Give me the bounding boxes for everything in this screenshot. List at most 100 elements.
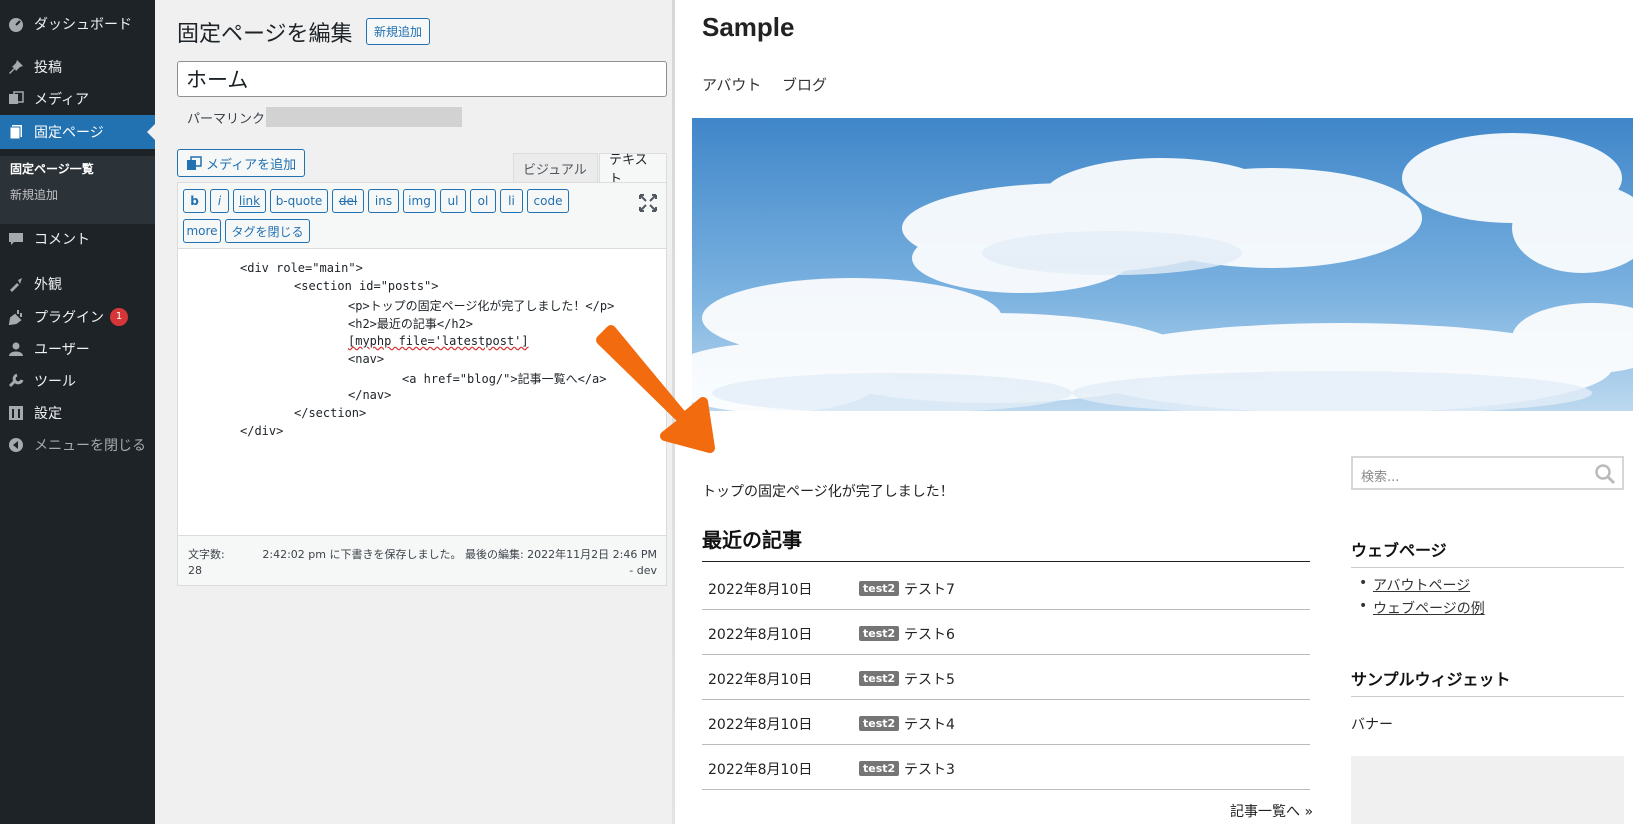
- collapse-icon: [7, 436, 25, 454]
- qt-bold-button[interactable]: b: [183, 189, 206, 213]
- menu-label: ユーザー: [34, 342, 90, 358]
- post-title[interactable]: テスト5: [904, 669, 955, 689]
- qt-li-button[interactable]: li: [500, 189, 523, 213]
- add-media-button[interactable]: メディアを追加: [177, 149, 306, 177]
- post-date: 2022年8月10日: [708, 582, 813, 598]
- appearance-icon: [7, 275, 25, 293]
- settings-icon: [7, 404, 25, 422]
- qt-img-button[interactable]: img: [403, 189, 436, 213]
- qt-close-tags-button[interactable]: タグを閉じる: [225, 219, 310, 243]
- menu-label: メニューを閉じる: [34, 438, 146, 454]
- search-icon[interactable]: [1594, 463, 1616, 485]
- post-date: 2022年8月10日: [708, 762, 813, 778]
- editor-status-bar: 文字数: 28 2:42:02 pm に下書きを保存しました。 最後の編集: 2…: [178, 535, 666, 585]
- menu-settings[interactable]: 設定: [0, 396, 155, 430]
- post-title[interactable]: テスト4: [904, 714, 955, 734]
- code-line: <p>トップの固定ページ化が完了しました！</p>: [348, 299, 615, 313]
- tab-visual[interactable]: ビジュアル: [513, 153, 598, 182]
- fullscreen-icon[interactable]: [638, 193, 658, 213]
- menu-dashboard[interactable]: ダッシュボード: [0, 7, 155, 41]
- qt-more-button[interactable]: more: [183, 219, 221, 243]
- all-posts-link[interactable]: 記事一覧へ »: [1230, 801, 1313, 821]
- code-textarea[interactable]: <div role="main"> <section id="posts"> <…: [178, 249, 666, 535]
- admin-sidebar: ダッシュボード 投稿 メディア 固定ページ 固定ページ一覧 新規追加 コメント …: [0, 0, 155, 824]
- qt-del-button[interactable]: del: [332, 189, 364, 213]
- post-category-badge[interactable]: test2: [859, 761, 900, 776]
- post-category-badge[interactable]: test2: [859, 716, 900, 731]
- qt-ul-button[interactable]: ul: [440, 189, 466, 213]
- code-line: <nav>: [348, 352, 385, 366]
- post-category-badge[interactable]: test2: [859, 671, 900, 686]
- menu-posts[interactable]: 投稿: [0, 50, 155, 84]
- menu-label: 投稿: [34, 60, 62, 76]
- menu-media[interactable]: メディア: [0, 82, 155, 116]
- intro-paragraph: トップの固定ページ化が完了しました！: [702, 484, 954, 500]
- post-category-badge[interactable]: test2: [859, 626, 900, 641]
- post-title[interactable]: テスト7: [904, 579, 955, 599]
- post-row: 2022年8月10日 test2 テスト6: [702, 610, 1310, 655]
- editor-pane: 固定ページを編集 新規追加 ホーム パーマリンク: メディアを追加 ビジュアル …: [155, 0, 672, 824]
- menu-label: 固定ページ: [34, 125, 104, 141]
- post-category-badge[interactable]: test2: [859, 581, 900, 596]
- pages-icon: [7, 123, 25, 141]
- pages-submenu: 固定ページ一覧 新規追加: [0, 156, 155, 224]
- permalink-redacted: [266, 107, 462, 127]
- quicktags-toolbar: b i link b-quote del ins img ul ol li co…: [178, 183, 666, 249]
- search-input[interactable]: 検索...: [1361, 466, 1399, 485]
- plugin-update-badge: 1: [110, 308, 128, 326]
- word-count-value: 28: [188, 564, 202, 577]
- menu-label: 外観: [34, 277, 62, 293]
- widget-webpages-title: ウェブページ: [1351, 537, 1624, 568]
- code-line: </section>: [294, 406, 367, 420]
- widget-sample-title: サンプルウィジェット: [1351, 666, 1624, 697]
- user-icon: [7, 340, 25, 358]
- qt-ol-button[interactable]: ol: [470, 189, 496, 213]
- banner-placeholder: [1351, 756, 1624, 824]
- wrench-icon: [7, 372, 25, 390]
- post-row: 2022年8月10日 test2 テスト3: [702, 745, 1310, 790]
- menu-plugins[interactable]: プラグイン 1: [0, 300, 155, 334]
- menu-users[interactable]: ユーザー: [0, 332, 155, 366]
- qt-blockquote-button[interactable]: b-quote: [270, 189, 328, 213]
- add-media-label: メディアを追加: [206, 157, 297, 173]
- menu-label: プラグイン: [34, 310, 104, 326]
- post-date: 2022年8月10日: [708, 672, 813, 688]
- post-row: 2022年8月10日 test2 テスト7: [702, 565, 1310, 610]
- title-input[interactable]: ホーム: [177, 61, 667, 97]
- menu-comments[interactable]: コメント: [0, 222, 155, 256]
- header-sky-image: [692, 118, 1633, 411]
- qt-ins-button[interactable]: ins: [368, 189, 399, 213]
- permalink-label: パーマリンク:: [187, 112, 270, 127]
- submenu-add-new[interactable]: 新規追加: [10, 186, 58, 203]
- menu-appearance[interactable]: 外観: [0, 267, 155, 301]
- qt-italic-button[interactable]: i: [210, 189, 229, 213]
- text-editor: b i link b-quote del ins img ul ol li co…: [177, 182, 667, 586]
- menu-tools[interactable]: ツール: [0, 364, 155, 398]
- qt-link-button[interactable]: link: [233, 189, 266, 213]
- nav-about[interactable]: アバウト: [702, 74, 761, 95]
- widget-link-about[interactable]: アバウトページ: [1373, 575, 1470, 595]
- submenu-all-pages[interactable]: 固定ページ一覧: [10, 160, 94, 177]
- pin-icon: [7, 58, 25, 76]
- list-bullet: •: [1359, 575, 1368, 591]
- nav-blog[interactable]: ブログ: [782, 74, 827, 95]
- search-box[interactable]: 検索...: [1351, 456, 1624, 490]
- recent-posts-heading: 最近の記事: [702, 524, 1310, 562]
- site-title[interactable]: Sample: [702, 12, 795, 43]
- banner-label: バナー: [1351, 717, 1393, 733]
- widget-link-example[interactable]: ウェブページの例: [1373, 598, 1485, 618]
- post-row: 2022年8月10日 test2 テスト4: [702, 700, 1310, 745]
- word-count-label: 文字数:: [188, 548, 225, 561]
- menu-pages[interactable]: 固定ページ: [0, 115, 155, 149]
- tab-text[interactable]: テキスト: [599, 153, 667, 187]
- post-title[interactable]: テスト3: [904, 759, 955, 779]
- post-title[interactable]: テスト6: [904, 624, 955, 644]
- post-date: 2022年8月10日: [708, 717, 813, 733]
- menu-collapse[interactable]: メニューを閉じる: [0, 428, 155, 462]
- code-line: [myphp file='latestpost']: [348, 334, 529, 348]
- add-new-button[interactable]: 新規追加: [366, 18, 431, 45]
- code-line: </div>: [240, 424, 284, 438]
- plugin-icon: [7, 308, 25, 326]
- menu-label: 設定: [34, 406, 62, 422]
- qt-code-button[interactable]: code: [527, 189, 569, 213]
